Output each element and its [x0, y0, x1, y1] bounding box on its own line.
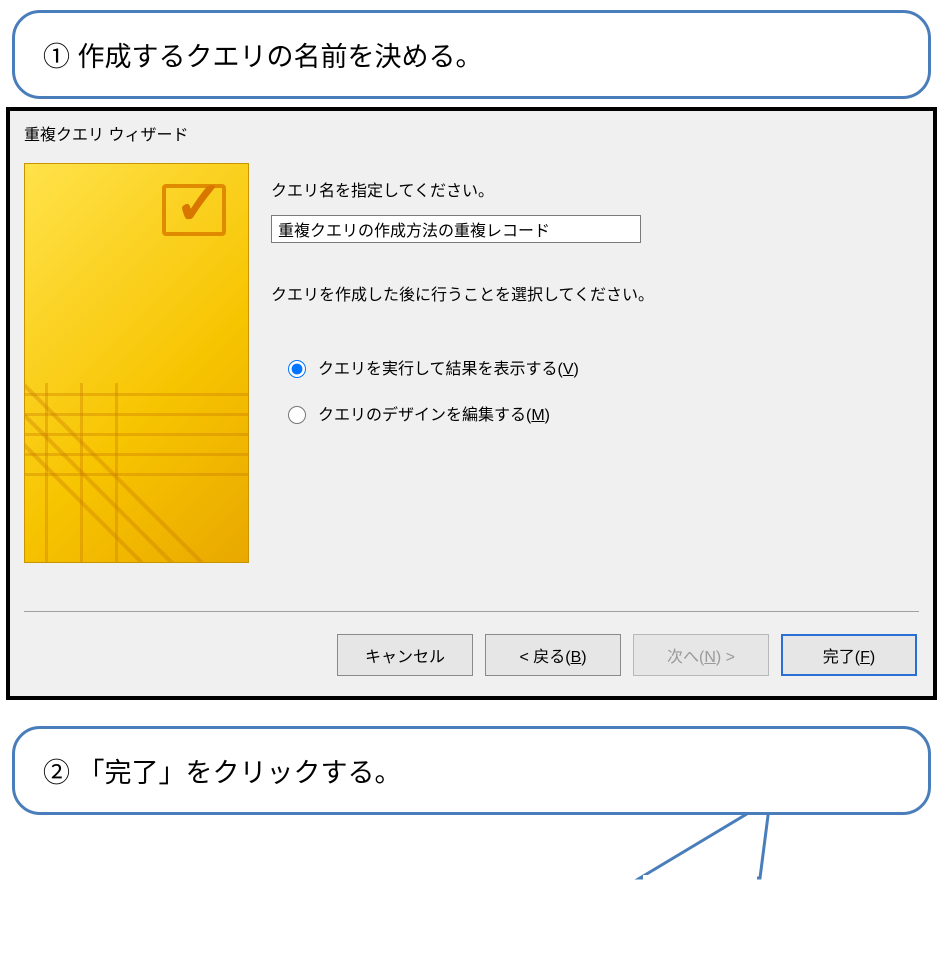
radio-edit-design-input[interactable]	[288, 406, 306, 424]
next-button: 次へ(N) >	[633, 634, 769, 676]
callout-top: ① 作成するクエリの名前を決める。	[12, 10, 931, 99]
prompt-query-name: クエリ名を指定してください。	[271, 177, 919, 201]
graphic-lines-icon	[25, 383, 248, 562]
back-button[interactable]: < 戻る(B)	[485, 634, 621, 676]
prompt-after-create: クエリを作成した後に行うことを選択してください。	[271, 281, 919, 305]
radio-view-results[interactable]: クエリを実行して結果を表示する(V)	[283, 355, 919, 379]
query-name-input[interactable]	[271, 215, 641, 243]
callout-bottom-text: ② 「完了」をクリックする。	[43, 751, 900, 790]
dialog-title: 重複クエリ ウィザード	[10, 111, 933, 155]
checkmark-icon: ✓	[174, 174, 224, 234]
finish-button[interactable]: 完了(F)	[781, 634, 917, 676]
wizard-graphic: ✓	[24, 163, 249, 563]
radio-edit-design-label: クエリのデザインを編集する(M)	[318, 401, 550, 425]
checkmark-box-icon: ✓	[162, 184, 226, 236]
radio-edit-design[interactable]: クエリのデザインを編集する(M)	[283, 401, 919, 425]
callout-top-text: ① 作成するクエリの名前を決める。	[43, 35, 900, 74]
radio-view-results-label: クエリを実行して結果を表示する(V)	[318, 355, 579, 379]
wizard-content: クエリ名を指定してください。 クエリを作成した後に行うことを選択してください。 …	[271, 163, 919, 563]
cancel-button[interactable]: キャンセル	[337, 634, 473, 676]
callout-bottom: ② 「完了」をクリックする。	[12, 726, 931, 815]
radio-view-results-input[interactable]	[288, 360, 306, 378]
dialog-body: ✓ クエリ名を指定してください。	[10, 155, 933, 571]
wizard-dialog: 重複クエリ ウィザード ✓	[6, 107, 937, 700]
dialog-button-row: キャンセル < 戻る(B) 次へ(N) > 完了(F)	[10, 612, 933, 696]
